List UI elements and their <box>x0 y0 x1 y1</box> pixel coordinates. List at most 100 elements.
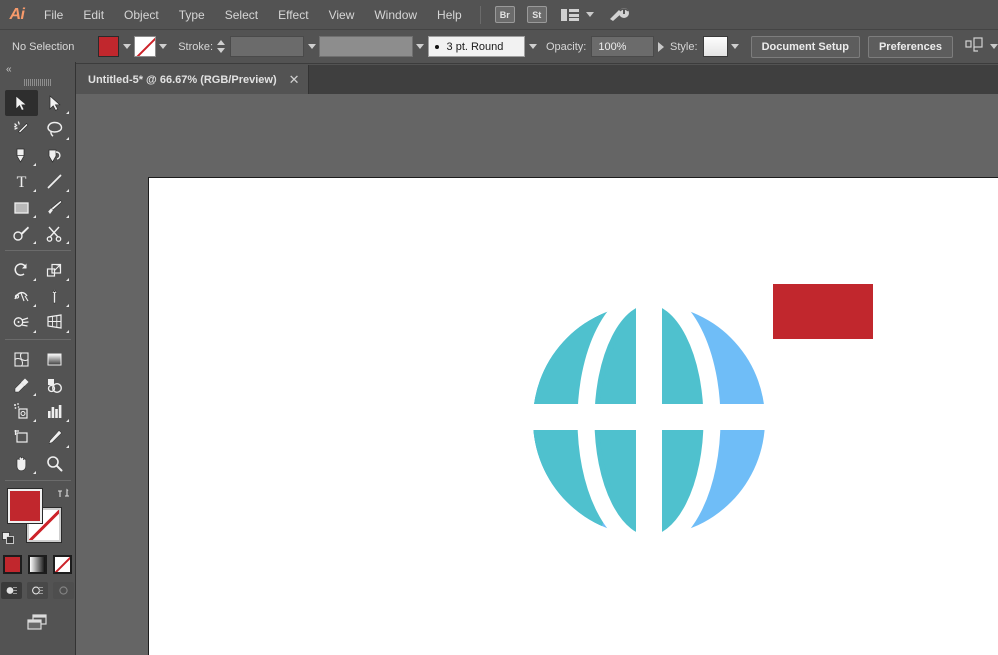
app-logo-icon: Ai <box>9 5 26 23</box>
artboard-tool[interactable] <box>5 424 38 450</box>
shaper-tool[interactable] <box>5 220 38 246</box>
brush-chevron-down-icon[interactable] <box>525 36 540 57</box>
color-fill-button[interactable] <box>3 555 22 574</box>
brush-preview-icon <box>434 44 439 49</box>
opacity-expand-icon[interactable] <box>657 41 664 52</box>
scale-tool[interactable] <box>38 257 71 283</box>
stroke-chevron-down-icon[interactable] <box>156 36 171 57</box>
zoom-tool[interactable] <box>38 450 71 476</box>
line-segment-tool[interactable] <box>38 168 71 194</box>
control-bar: No Selection Stroke: 3 pt. Round Opacity… <box>0 30 998 64</box>
close-icon[interactable]: ✕ <box>289 73 300 86</box>
draw-inside-button[interactable] <box>53 582 74 599</box>
draw-mode-buttons <box>0 582 75 599</box>
gradient-fill-button[interactable] <box>28 555 47 574</box>
panel-drag-handle[interactable] <box>0 76 75 88</box>
symbol-sprayer-tool[interactable] <box>5 398 38 424</box>
rectangle-tool[interactable] <box>5 194 38 220</box>
menu-type[interactable]: Type <box>169 0 215 30</box>
mesh-tool[interactable] <box>5 346 38 372</box>
swap-fill-stroke-icon[interactable] <box>57 487 70 500</box>
slice-tool[interactable] <box>38 424 71 450</box>
tool-group-indicator <box>66 241 69 244</box>
eyedropper-tool[interactable] <box>5 372 38 398</box>
tool-group-indicator <box>33 189 36 192</box>
document-tab-label: Untitled-5* @ 66.67% (RGB/Preview) <box>88 73 277 86</box>
paintbrush-tool[interactable] <box>38 194 71 220</box>
menu-select[interactable]: Select <box>215 0 268 30</box>
menu-bar: Ai File Edit Object Type Select Effect V… <box>0 0 998 30</box>
preferences-button[interactable]: Preferences <box>867 35 953 58</box>
tool-group-indicator <box>66 278 69 281</box>
style-label: Style: <box>669 40 698 53</box>
stroke-profile-chevron-down-icon[interactable] <box>413 36 428 57</box>
document-tab-bar: Untitled-5* @ 66.67% (RGB/Preview) ✕ <box>76 65 998 94</box>
opacity-input[interactable]: 100% <box>591 36 654 57</box>
menu-edit[interactable]: Edit <box>73 0 114 30</box>
curvature-tool[interactable] <box>38 142 71 168</box>
column-graph-tool[interactable] <box>38 398 71 424</box>
arrange-documents-icon[interactable] <box>560 8 581 22</box>
style-chevron-down-icon[interactable] <box>728 36 743 57</box>
menu-help[interactable]: Help <box>427 0 472 30</box>
red-rectangle[interactable] <box>773 284 873 339</box>
document-setup-button[interactable]: Document Setup <box>750 35 860 58</box>
collapse-panel-icon[interactable]: « <box>0 62 75 76</box>
tool-group-indicator <box>66 215 69 218</box>
graphic-style-swatch[interactable] <box>702 36 728 57</box>
default-fill-stroke-icon[interactable] <box>2 532 15 545</box>
tool-group-indicator <box>66 304 69 307</box>
arrange-chevron-down-icon[interactable] <box>585 12 594 17</box>
pen-tool[interactable] <box>5 142 38 168</box>
magic-wand-tool[interactable] <box>5 116 38 142</box>
gradient-tool[interactable] <box>38 346 71 372</box>
tool-grid-paint <box>0 344 76 476</box>
tool-grid: T <box>0 88 76 246</box>
tool-group-indicator <box>66 137 69 140</box>
draw-behind-button[interactable] <box>27 582 48 599</box>
change-screen-mode-button[interactable] <box>0 613 75 631</box>
stroke-weight-input[interactable] <box>229 36 305 57</box>
draw-normal-button[interactable] <box>1 582 22 599</box>
menu-window[interactable]: Window <box>364 0 427 30</box>
fill-color-swatch[interactable] <box>97 36 120 57</box>
stroke-profile-input[interactable] <box>318 36 413 57</box>
stroke-weight-chevron-down-icon[interactable] <box>304 36 319 57</box>
document-tab[interactable]: Untitled-5* @ 66.67% (RGB/Preview) ✕ <box>76 65 309 94</box>
stock-icon[interactable]: St <box>526 6 547 23</box>
hand-tool[interactable] <box>5 450 38 476</box>
stroke-color-swatch[interactable] <box>134 36 156 57</box>
shape-builder-tool[interactable] <box>5 309 38 335</box>
tools-panel: « T <box>0 62 76 655</box>
blend-tool[interactable] <box>38 372 71 398</box>
type-tool[interactable]: T <box>5 168 38 194</box>
tool-group-indicator <box>33 215 36 218</box>
fill-chevron-down-icon[interactable] <box>119 36 134 57</box>
free-transform-tool[interactable] <box>38 283 71 309</box>
selection-tool[interactable] <box>5 90 38 116</box>
direct-selection-tool[interactable] <box>38 90 71 116</box>
menu-effect[interactable]: Effect <box>268 0 318 30</box>
tool-group-indicator <box>33 163 36 166</box>
brush-definition-select[interactable]: 3 pt. Round <box>427 36 526 57</box>
bridge-icon[interactable]: Br <box>494 6 515 23</box>
fill-color-indicator[interactable] <box>7 488 43 524</box>
artboard[interactable] <box>148 177 998 655</box>
align-chevron-down-icon[interactable] <box>989 44 998 49</box>
lasso-tool[interactable] <box>38 116 71 142</box>
stock-search-icon[interactable] <box>608 6 630 24</box>
scissors-tool[interactable] <box>38 220 71 246</box>
globe-logo[interactable] <box>533 296 765 544</box>
tool-group-indicator <box>33 330 36 333</box>
menu-object[interactable]: Object <box>114 0 169 30</box>
rotate-tool[interactable] <box>5 257 38 283</box>
stroke-weight-stepper[interactable] <box>216 36 227 58</box>
none-fill-button[interactable] <box>53 555 72 574</box>
menu-view[interactable]: View <box>319 0 365 30</box>
width-tool[interactable] <box>5 283 38 309</box>
menu-file[interactable]: File <box>34 0 73 30</box>
canvas-work-area[interactable] <box>76 94 998 655</box>
align-to-selection-icon[interactable] <box>965 36 985 57</box>
perspective-grid-tool[interactable] <box>38 309 71 335</box>
menu-divider <box>479 5 481 24</box>
